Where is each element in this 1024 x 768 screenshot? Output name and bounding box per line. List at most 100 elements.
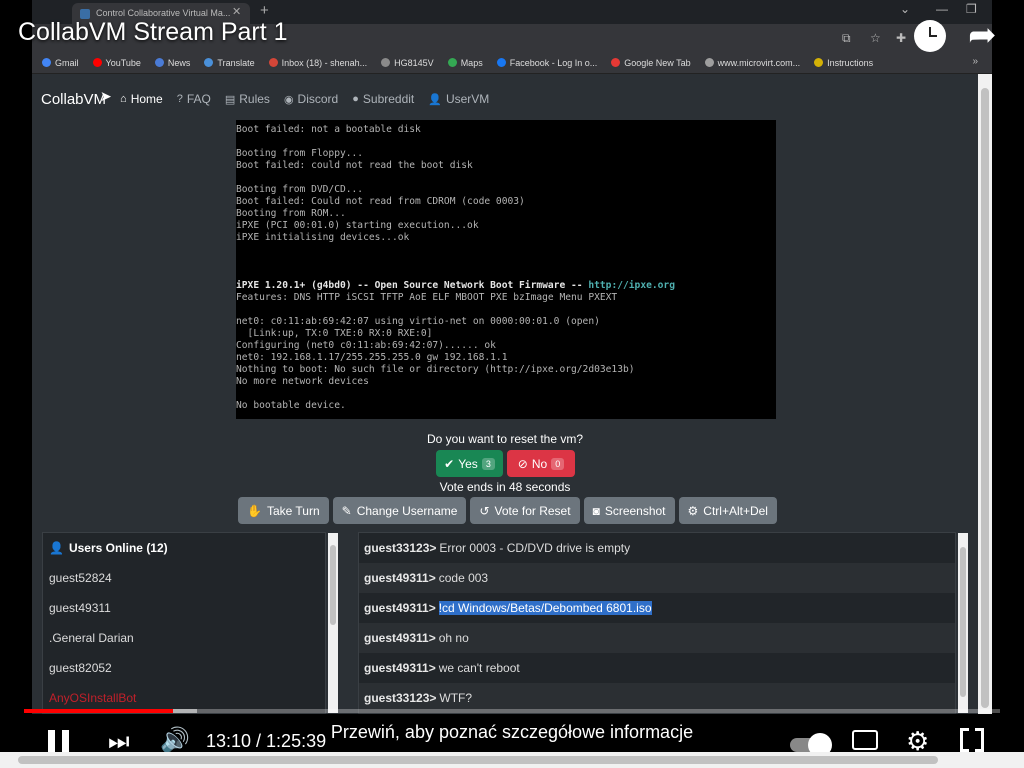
user-list-item[interactable]: guest82052 (43, 653, 325, 683)
chat-nick[interactable]: guest49311> (364, 631, 436, 645)
console-line: No more network devices (236, 376, 369, 387)
vm-action-bar: ✋ Take Turn ✎ Change Username ↺ Vote for Re… (238, 497, 777, 524)
bookmark-label: HG8145V (394, 57, 434, 68)
share-icon[interactable]: ➦ (968, 18, 997, 52)
bookmark-favicon-icon (381, 58, 391, 67)
bookmark-item[interactable]: Maps (447, 57, 483, 68)
chat-nick[interactable]: guest33123> (364, 691, 436, 705)
bookmark-item[interactable]: Inbox (18) - shenah... (268, 58, 367, 68)
bookmark-item[interactable]: HG8145V (381, 58, 434, 68)
ctrl-alt-del-button[interactable]: ⚙ Ctrl+Alt+Del (678, 497, 777, 524)
extensions-icon[interactable]: ✚ (896, 31, 906, 45)
vm-screen[interactable]: Boot failed: not a bootable disk Booting… (236, 120, 776, 419)
chat-text-wrapper: Error 0003 - CD/DVD drive is empty (439, 541, 630, 555)
bookmark-favicon-icon (496, 58, 506, 67)
console-line: iPXE (PCI 00:01.0) starting execution...… (236, 220, 479, 231)
screenshot-button[interactable]: ◙ Screenshot (583, 497, 675, 524)
bookmark-item[interactable]: Translate (204, 58, 255, 68)
user-list-item[interactable]: guest52824 (43, 563, 325, 593)
page-scrollbar[interactable] (978, 74, 992, 714)
bookmark-favicon-icon (814, 58, 824, 67)
bookmark-label: Facebook - Log In o... (509, 57, 598, 68)
chat-nick[interactable]: guest33123> (364, 541, 436, 555)
bookmark-item[interactable]: News (154, 57, 191, 68)
bookmark-label: Gmail (55, 57, 79, 68)
console-line: Booting from Floppy... (236, 148, 364, 159)
bookmark-item[interactable]: Gmail (42, 58, 79, 68)
bookmark-favicon-icon (92, 58, 102, 67)
page-scroll-thumb[interactable] (981, 88, 989, 708)
screenshot-label: Screenshot (604, 503, 666, 518)
chat-nick[interactable]: guest49311> (364, 571, 436, 585)
bookmark-item[interactable]: www.microvirt.com... (704, 58, 800, 68)
star-icon[interactable]: ☆ (870, 31, 881, 45)
users-header: 👤 Users Online (12) (43, 533, 325, 563)
bookmark-item[interactable]: Google New Tab (611, 58, 691, 68)
chat-nick[interactable]: guest49311> (364, 661, 436, 675)
chat-message: guest49311> code 003 (359, 563, 955, 593)
vote-no-count: 0 (551, 457, 565, 470)
vote-question: Do you want to reset the vm? (426, 432, 584, 446)
chat-nick[interactable]: guest49311> (364, 601, 436, 615)
camera-icon: ◙ (592, 503, 600, 518)
user-edit-icon: ✎ (341, 503, 352, 518)
console-line: Booting from ROM... (236, 208, 346, 219)
nav-rules[interactable]: ▤ Rules (225, 92, 270, 106)
vote-no-button[interactable]: ⊘ No 0 (507, 450, 575, 477)
horizontal-scroll-thumb[interactable] (18, 756, 938, 764)
nav-uservm[interactable]: 👤 UserVM (428, 92, 489, 106)
users-scrollbar[interactable] (328, 533, 338, 713)
nav-faq[interactable]: ? FAQ (177, 92, 211, 106)
bookmark-label: YouTube (105, 57, 141, 68)
bookmark-favicon-icon (447, 58, 457, 67)
console-line: Boot failed: not a bootable disk (236, 124, 421, 135)
bookmark-favicon-icon (611, 58, 621, 67)
bookmark-favicon-icon (154, 58, 164, 67)
user-list-item[interactable]: guest84949 (43, 713, 325, 714)
chevron-down-icon[interactable]: ⌄ (900, 2, 910, 16)
user-list-item[interactable]: .General Darian (43, 623, 325, 653)
nav-subreddit[interactable]: ● Subreddit (352, 92, 414, 106)
nav-uservm-label: UserVM (445, 92, 490, 106)
horizontal-scrollbar[interactable] (0, 752, 1024, 768)
tab-close-icon[interactable]: ✕ (232, 5, 241, 18)
video-title[interactable]: CollabVM Stream Part 1 (18, 18, 288, 47)
gear-icon: ⚙ (687, 503, 699, 518)
external-icon[interactable]: ⧉ (842, 31, 851, 46)
bookmark-label: Instructions (827, 57, 874, 68)
take-turn-label: Take Turn (266, 503, 320, 518)
home-icon: ⌂ (120, 93, 127, 105)
chat-text: Error 0003 - CD/DVD drive is empty (439, 541, 631, 555)
console-line: [Link:up, TX:0 TXE:0 RX:0 RXE:0] (236, 328, 433, 339)
chat-scroll-thumb[interactable] (960, 547, 966, 697)
user-icon: 👤 (428, 93, 442, 106)
user-list-item[interactable]: guest49311 (43, 593, 325, 623)
maximize-icon[interactable]: ❐ (966, 2, 977, 16)
chat-text: !cd Windows/Betas/Debombed 6801.iso (438, 601, 652, 615)
video-progress-bar[interactable] (24, 709, 1000, 713)
chat-text-wrapper: WTF? (439, 691, 472, 705)
chat-scrollbar[interactable] (958, 533, 968, 713)
bookmark-item[interactable]: Instructions (814, 58, 873, 68)
bookmarks-more-icon[interactable]: » (972, 56, 978, 67)
brand-logo[interactable]: CollabVM (41, 91, 106, 108)
bookmark-label: Maps (460, 57, 483, 68)
nav-home[interactable]: ⌂ Home (120, 92, 163, 106)
nav-faq-label: FAQ (186, 92, 211, 106)
users-scroll-thumb[interactable] (330, 545, 336, 625)
chat-panel: guest33123> Error 0003 - CD/DVD drive is … (358, 532, 956, 714)
console-line: net0: c0:11:ab:69:42:07 using virtio-net… (236, 316, 600, 327)
minimize-icon[interactable]: — (936, 2, 948, 16)
watch-later-icon[interactable] (914, 20, 946, 52)
new-tab-icon[interactable]: + (260, 2, 269, 19)
bookmark-item[interactable]: YouTube (92, 57, 141, 68)
take-turn-button[interactable]: ✋ Take Turn (238, 497, 329, 524)
vote-yes-button[interactable]: ✔ Yes 3 (436, 450, 503, 477)
bookmark-label: News (167, 57, 191, 68)
console-line: net0: 192.168.1.17/255.255.255.0 gw 192.… (236, 352, 508, 363)
bookmark-item[interactable]: Facebook - Log In o... (496, 57, 598, 68)
change-username-button[interactable]: ✎ Change Username (332, 497, 467, 524)
nav-discord[interactable]: ◉ Discord (284, 92, 338, 106)
vote-reset-button[interactable]: ↺ Vote for Reset (470, 497, 580, 524)
ban-icon: ⊘ (517, 456, 528, 471)
